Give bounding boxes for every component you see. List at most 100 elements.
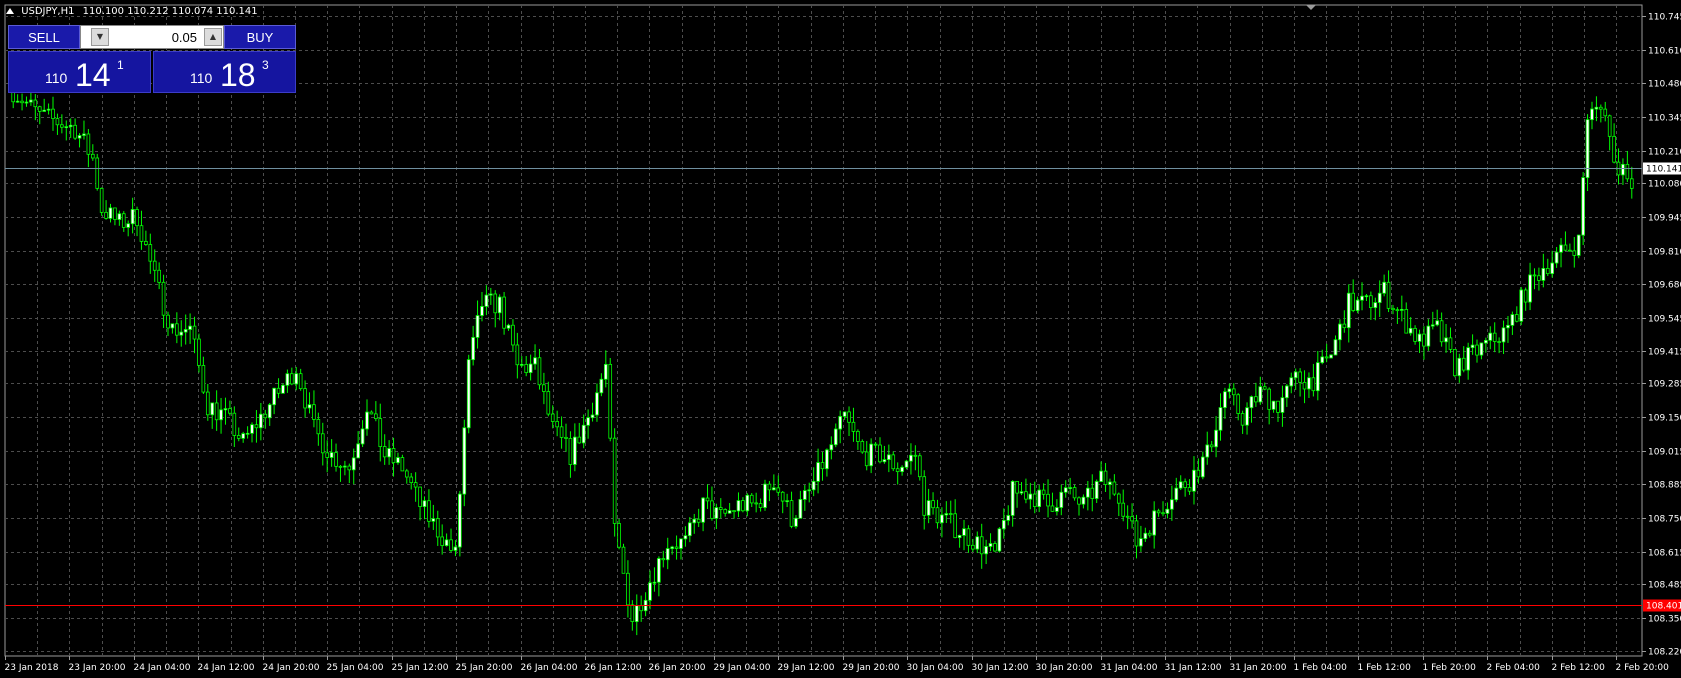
collapse-triangle-icon[interactable] — [6, 8, 14, 14]
candle-body — [387, 448, 391, 458]
candle-body — [984, 546, 988, 555]
candle-body — [1629, 178, 1634, 189]
candle-body — [564, 436, 568, 439]
candle-body — [1249, 396, 1254, 409]
candle-body — [1077, 497, 1081, 505]
candle-body — [524, 363, 529, 373]
candle-body — [1426, 325, 1431, 347]
sell-button[interactable]: SELL — [8, 25, 80, 49]
candle-body — [1037, 489, 1042, 508]
candle-body — [422, 500, 427, 507]
candle-body — [1134, 520, 1139, 547]
buy-price-fraction: 3 — [262, 58, 269, 72]
candle-body — [573, 436, 577, 465]
candle-body — [550, 413, 555, 422]
candle-body — [1391, 307, 1395, 311]
candle-body — [157, 269, 161, 283]
chevron-down-icon[interactable]: ▼ — [91, 28, 109, 46]
candle-body — [807, 489, 812, 492]
candle-body — [842, 411, 847, 417]
candle-body — [794, 517, 798, 527]
candle-body — [201, 365, 206, 393]
candle-body — [833, 428, 838, 446]
candle-body — [347, 465, 352, 471]
candle-body — [396, 457, 400, 464]
candle-body — [1422, 333, 1426, 347]
candle-body — [1002, 520, 1006, 530]
candle-body — [121, 213, 126, 228]
candle-body — [1369, 295, 1373, 309]
candle-body — [1612, 135, 1616, 163]
candle-body — [1603, 108, 1608, 117]
candle-body — [1607, 115, 1612, 137]
candle-body — [860, 441, 865, 453]
candle-body — [878, 444, 882, 463]
candle-body — [1439, 320, 1444, 343]
sell-price-button[interactable]: 110 14 1 — [8, 51, 151, 93]
candle-body — [1435, 320, 1440, 326]
candle-body — [710, 500, 714, 519]
y-tick-label: 109.545 — [1648, 315, 1681, 325]
candle-body — [1231, 388, 1236, 396]
x-tick-label: 30 Jan 12:00 — [972, 663, 1029, 673]
candle-body — [1063, 487, 1068, 493]
buy-button[interactable]: BUY — [224, 25, 296, 49]
candle-body — [900, 466, 904, 473]
candle-body — [1514, 314, 1519, 322]
y-tick-label: 109.680 — [1648, 281, 1681, 291]
candle-body — [1108, 481, 1112, 485]
candle-body — [701, 497, 705, 523]
y-tick-label: 109.415 — [1648, 348, 1681, 358]
candle-body — [1545, 268, 1550, 275]
candle-body — [329, 452, 334, 458]
plot-frame — [4, 4, 1643, 657]
buy-price-button[interactable]: 110 18 3 — [153, 51, 296, 93]
candle-body — [312, 404, 316, 420]
candle-body — [484, 294, 489, 307]
x-tick-label: 24 Jan 04:00 — [134, 663, 191, 673]
candle-body — [29, 99, 33, 103]
candle-body — [1377, 292, 1382, 303]
candle-body — [205, 391, 210, 416]
y-tick-label: 110.345 — [1648, 114, 1681, 124]
candle-body — [272, 387, 276, 406]
candle-body — [197, 338, 201, 366]
candle-body — [303, 388, 307, 409]
chart-area[interactable]: 110.745 110.610 110.480 110.345 110.210 110.0… — [0, 0, 1681, 678]
candle-body — [1262, 386, 1267, 390]
candle-body — [679, 538, 683, 549]
candle-body — [440, 536, 444, 546]
candle-body — [851, 421, 856, 432]
candle-body — [179, 331, 184, 336]
price-chart[interactable]: 110.745 110.610 110.480 110.345 110.210 110.0… — [0, 0, 1681, 678]
candle-body — [1236, 394, 1241, 414]
candle-body — [86, 133, 91, 155]
candle-body — [586, 417, 590, 426]
chevron-up-icon[interactable]: ▲ — [204, 28, 222, 46]
candle-body — [113, 207, 117, 220]
candle-body — [325, 452, 330, 458]
candle-body — [674, 546, 679, 549]
candle-body — [776, 487, 781, 493]
candle-body — [493, 293, 498, 314]
candle-body — [785, 500, 789, 503]
candle-body — [427, 500, 431, 522]
candle-body — [705, 497, 710, 502]
lot-size-input[interactable] — [111, 28, 197, 46]
candle-body — [1223, 391, 1227, 408]
candle-body — [993, 543, 997, 552]
candle-body — [727, 510, 732, 514]
candle-body — [1386, 281, 1391, 309]
candle-body — [1307, 377, 1311, 390]
candle-body — [741, 500, 745, 512]
candle-body — [714, 507, 719, 519]
candle-body — [444, 539, 449, 546]
candle-body — [360, 428, 365, 445]
candle-body — [254, 424, 259, 429]
candle-body — [1143, 532, 1148, 539]
candle-body — [1342, 323, 1347, 329]
x-tick-label: 23 Jan 20:00 — [69, 663, 126, 673]
candle-body — [382, 446, 387, 458]
x-tick-label: 25 Jan 12:00 — [392, 663, 449, 673]
candle-body — [1010, 481, 1015, 516]
